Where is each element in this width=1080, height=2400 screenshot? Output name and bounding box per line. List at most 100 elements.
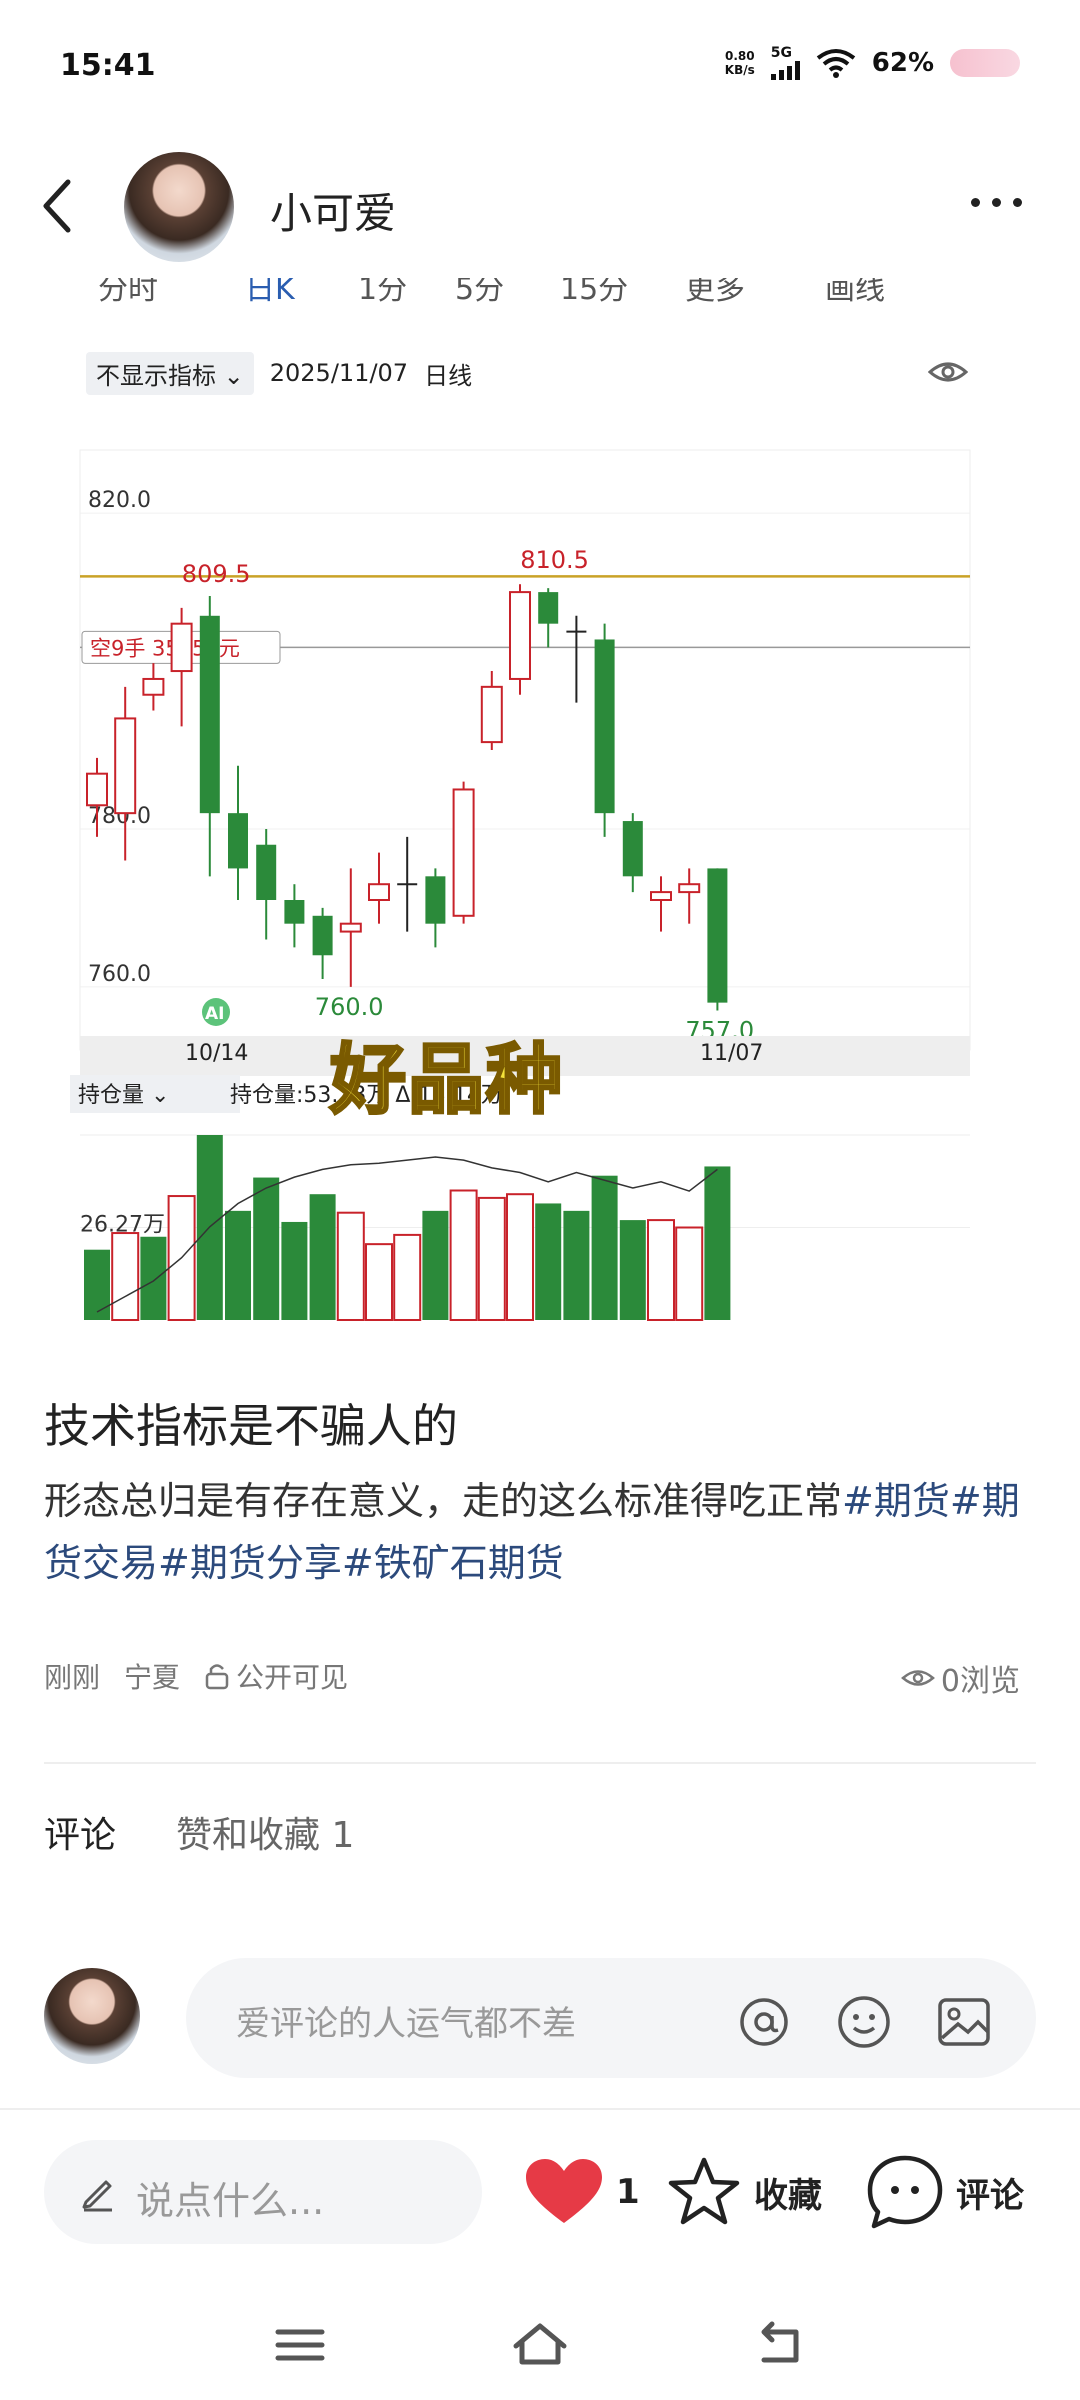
candle-body [284, 900, 305, 924]
at-icon[interactable] [736, 1994, 792, 2050]
y-tick-label: 760.0 [88, 962, 151, 987]
candle-body [707, 868, 728, 1003]
volume-bar [393, 1233, 422, 1322]
comment-avatar [44, 1968, 140, 2064]
volume-bar [704, 1166, 731, 1320]
pen-icon [82, 2180, 112, 2212]
views: 0浏览 [900, 1656, 1020, 1700]
volume-indicator: 持仓量 ⌄ [78, 1083, 169, 1108]
hashtag[interactable]: #期货分享 [158, 1541, 342, 1585]
chart-tab-active: 日K [245, 278, 295, 307]
home-icon[interactable] [510, 2320, 570, 2370]
candle-body [339, 922, 362, 933]
volume-bar [365, 1243, 393, 1322]
hashtag[interactable]: #铁矿石期货 [342, 1541, 564, 1585]
star-icon [668, 2157, 740, 2225]
date-label: 11/07 [700, 1041, 763, 1066]
overlay-caption: 好品种 [329, 1034, 564, 1126]
ai-badge-text: AI [205, 1004, 224, 1024]
y-tick-label: 820.0 [88, 488, 151, 513]
indicator-select: 不显示指标 ⌄ [86, 351, 254, 395]
favorite-label: 收藏 [754, 2175, 822, 2216]
annotation-low-left: 760.0 [315, 993, 384, 1021]
post-meta: 刚刚 宁夏 公开可见 [44, 1656, 348, 1696]
volume-bar [84, 1249, 110, 1320]
back-nav-icon[interactable] [750, 2320, 810, 2370]
image-icon[interactable] [936, 1994, 992, 2050]
candle-body [368, 883, 390, 902]
battery-text: 62% [871, 48, 934, 78]
post-location: 宁夏 [124, 1661, 181, 1694]
candle-body [170, 622, 193, 673]
comment-icon [867, 2155, 943, 2229]
wifi-icon [816, 49, 855, 78]
divider [44, 1762, 1036, 1764]
tab-likes[interactable]: 赞和收藏 1 [176, 1806, 354, 1858]
volume-bar [477, 1196, 506, 1322]
more-icon[interactable] [971, 198, 1022, 207]
status-icons: 0.80 KB/s 5G 62% [725, 46, 1020, 80]
visibility: 公开可见 [204, 1656, 348, 1696]
volume-bar [309, 1194, 336, 1320]
volume-bar [253, 1177, 280, 1320]
annotation-high-right: 810.5 [520, 546, 589, 574]
comment-button[interactable]: 评论 [866, 2152, 1024, 2232]
candle-body [538, 592, 559, 624]
chart-tab: 5分 [455, 278, 505, 307]
candle-body [256, 844, 277, 900]
back-icon[interactable] [38, 176, 78, 236]
visibility-text: 公开可见 [236, 1661, 349, 1694]
heart-icon [526, 2159, 602, 2223]
net-speed: 0.80 KB/s [725, 49, 755, 77]
chart-tabs: 分时 日K 1分 5分 15分 更多 画线 [70, 278, 1010, 318]
candle-body [312, 915, 333, 956]
username[interactable]: 小可爱 [270, 180, 396, 241]
volume-bar [449, 1189, 478, 1321]
emoji-icon[interactable] [836, 1994, 892, 2050]
comment-input[interactable]: 爱评论的人运气都不差 [186, 1958, 1036, 2078]
signal-icon: 5G [770, 45, 800, 80]
chart-toolbar: 不显示指标 ⌄ 2025/11/07 日线 [86, 351, 472, 395]
volume-bar [675, 1226, 704, 1321]
say-input[interactable]: 说点什么... [44, 2140, 482, 2244]
volume-bar [591, 1175, 618, 1320]
network-type: 5G [770, 45, 792, 61]
lock-icon [205, 1664, 229, 1690]
candle-body [142, 677, 165, 696]
status-time: 15:41 [60, 48, 156, 83]
candle-body [509, 591, 531, 680]
post-time: 刚刚 [44, 1661, 101, 1694]
hashtag[interactable]: #期货 [842, 1479, 950, 1523]
chart-tab: 15分 [560, 278, 629, 307]
say-placeholder: 说点什么... [136, 2179, 325, 2223]
favorite-button[interactable]: 收藏 [666, 2152, 822, 2232]
views-eye-icon [900, 1670, 935, 1686]
candle-body [86, 772, 108, 807]
date-label: 10/14 [185, 1041, 248, 1066]
volume-bar [336, 1211, 365, 1322]
views-count: 0浏览 [940, 1664, 1020, 1699]
volume-bar [647, 1219, 675, 1321]
tab-comments[interactable]: 评论 [44, 1806, 116, 1858]
avatar[interactable] [124, 152, 234, 262]
comment-placeholder: 爱评论的人运气都不差 [236, 2004, 576, 2044]
candle-body [452, 788, 475, 917]
post-title: 技术指标是不骗人的 [44, 1399, 458, 1453]
post-body: 形态总归是有存在意义，走的这么标准得吃正常#期货#期货交易#期货分享#铁矿石期货 [44, 1470, 1034, 1594]
like-button[interactable]: 1 [524, 2152, 640, 2232]
chart-date: 2025/11/07 [269, 359, 409, 387]
net-speed-unit: KB/s [724, 63, 755, 77]
post-body-text: 形态总归是有存在意义，走的这么标准得吃正常 [44, 1479, 843, 1523]
candle-body [114, 717, 137, 815]
comment-label: 评论 [956, 2175, 1024, 2216]
candle-body [480, 685, 503, 744]
candlestick-chart: 820.0780.0760.0空9手 35550元809.5 810.5760.0… [70, 449, 971, 1322]
menu-icon[interactable] [270, 2320, 330, 2370]
chart-tab: 画线 [825, 278, 885, 307]
candle-body [622, 821, 643, 877]
chart-tab: 更多 [685, 278, 745, 307]
volume-bar [281, 1221, 308, 1320]
eye-icon [928, 362, 968, 382]
volume-bar [619, 1220, 646, 1320]
candle-body [650, 891, 672, 901]
